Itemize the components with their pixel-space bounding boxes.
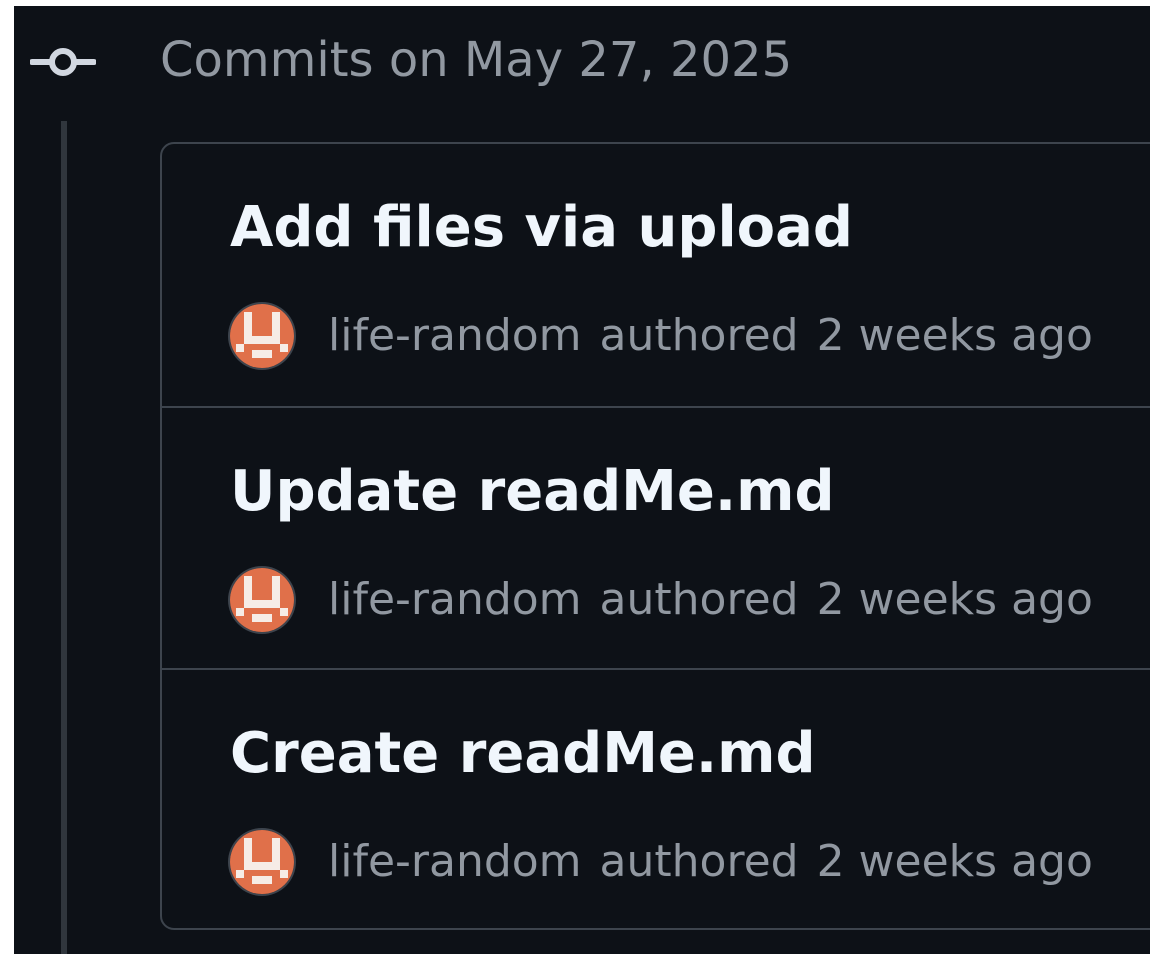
identicon-avatar (230, 304, 294, 368)
commit-title-link[interactable]: Update readMe.md (230, 456, 835, 528)
commit-action-text: authored (599, 574, 799, 625)
identicon-avatar (230, 830, 294, 894)
relative-time: 2 weeks ago (816, 574, 1093, 625)
author-avatar[interactable] (230, 830, 294, 894)
commit-title-link[interactable]: Create readMe.md (230, 718, 816, 790)
commit-meta: life-random authored 2 weeks ago (230, 827, 1093, 897)
author-link[interactable]: life-random (328, 570, 582, 630)
timeline-line (61, 121, 67, 954)
author-avatar[interactable] (230, 568, 294, 632)
commit-title-link[interactable]: Add files via upload (230, 192, 853, 264)
commit-group-date-heading: Commits on May 27, 2025 (160, 32, 793, 88)
commit-row: Update readMe.md life-random authored 2 … (162, 406, 1150, 670)
relative-time: 2 weeks ago (816, 836, 1093, 887)
commit-row: Create readMe.md life-random authored 2 … (162, 668, 1150, 928)
author-link[interactable]: life-random (328, 306, 582, 366)
git-commit-icon (29, 42, 97, 82)
commit-meta: life-random authored 2 weeks ago (230, 301, 1093, 371)
author-avatar[interactable] (230, 304, 294, 368)
commit-meta: life-random authored 2 weeks ago (230, 565, 1093, 635)
commit-history-panel: Commits on May 27, 2025 Add files via up… (14, 6, 1150, 954)
commit-action-text: authored (599, 836, 799, 887)
commit-action-text: authored (599, 310, 799, 361)
identicon-avatar (230, 568, 294, 632)
commit-row: Add files via upload life-random authore… (162, 144, 1150, 406)
relative-time: 2 weeks ago (816, 310, 1093, 361)
commit-list: Add files via upload life-random authore… (160, 142, 1150, 930)
author-link[interactable]: life-random (328, 832, 582, 892)
